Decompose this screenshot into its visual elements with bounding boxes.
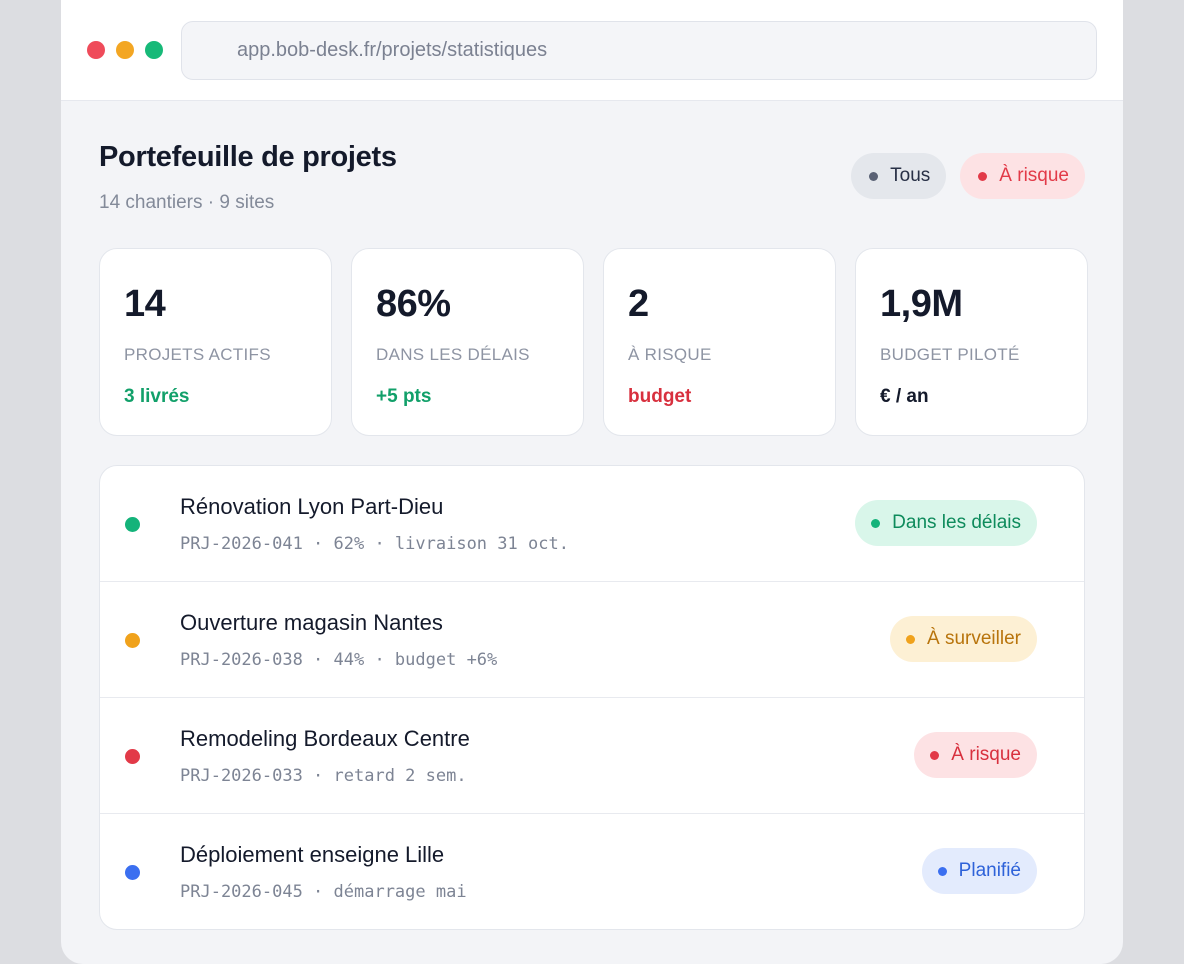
- project-name: Rénovation Lyon Part-Dieu: [180, 494, 444, 519]
- status-badge: Dans les délais: [855, 500, 1037, 546]
- project-meta: PRJ-2026-038 · 44% · budget +6%: [180, 650, 498, 670]
- filter-risk-chip[interactable]: À risque: [960, 153, 1085, 199]
- badge-dot-icon: [871, 518, 881, 528]
- kpi-value: 1,9M: [880, 283, 963, 325]
- kpi-value: 86%: [376, 283, 451, 325]
- url-text: app.bob-desk.fr/projets/statistiques: [237, 39, 548, 61]
- project-row[interactable]: Rénovation Lyon Part-Dieu PRJ-2026-041 ·…: [100, 466, 1084, 582]
- project-name: Déploiement enseigne Lille: [180, 842, 445, 867]
- filter-all-label: Tous: [890, 165, 931, 186]
- project-list: Rénovation Lyon Part-Dieu PRJ-2026-041 ·…: [99, 465, 1085, 930]
- kpi-value: 2: [628, 283, 649, 325]
- filter-all-dot-icon: [869, 171, 879, 181]
- kpi-label: PROJETS ACTIFS: [124, 345, 271, 364]
- status-dot-icon: [125, 517, 140, 532]
- status-badge: À surveiller: [890, 616, 1037, 662]
- browser-window: app.bob-desk.fr/projets/statistiques Por…: [61, 0, 1123, 964]
- close-window-button[interactable]: [87, 41, 105, 59]
- minimize-window-button[interactable]: [116, 41, 134, 59]
- project-row[interactable]: Déploiement enseigne Lille PRJ-2026-045 …: [100, 814, 1084, 929]
- kpi-label: BUDGET PILOTÉ: [880, 345, 1020, 364]
- address-bar[interactable]: app.bob-desk.fr/projets/statistiques: [181, 21, 1097, 80]
- project-meta: PRJ-2026-041 · 62% · livraison 31 oct.: [180, 534, 569, 554]
- kpi-cards: 14 PROJETS ACTIFS 3 livrés 86% DANS LES …: [99, 248, 1088, 436]
- status-dot-icon: [125, 749, 140, 764]
- status-badge-label: Dans les délais: [892, 512, 1021, 533]
- status-dot-icon: [125, 865, 140, 880]
- kpi-value: 14: [124, 283, 166, 325]
- project-name: Ouverture magasin Nantes: [180, 610, 443, 635]
- kpi-label: À RISQUE: [628, 345, 712, 364]
- project-meta: PRJ-2026-045 · démarrage mai: [180, 882, 467, 902]
- kpi-card-on-time: 86% DANS LES DÉLAIS +5 pts: [351, 248, 584, 436]
- project-row[interactable]: Ouverture magasin Nantes PRJ-2026-038 · …: [100, 582, 1084, 698]
- filter-all-chip[interactable]: Tous: [851, 153, 947, 199]
- kpi-note: 3 livrés: [124, 386, 190, 407]
- status-dot-icon: [125, 633, 140, 648]
- kpi-note: budget: [628, 386, 692, 407]
- kpi-label: DANS LES DÉLAIS: [376, 345, 530, 364]
- kpi-card-at-risk: 2 À RISQUE budget: [603, 248, 836, 436]
- status-badge-label: À risque: [951, 744, 1021, 765]
- kpi-note: € / an: [880, 386, 929, 407]
- badge-dot-icon: [937, 866, 947, 876]
- maximize-window-button[interactable]: [145, 41, 163, 59]
- badge-dot-icon: [930, 750, 940, 760]
- page-subtitle: 14 chantiers · 9 sites: [99, 192, 275, 213]
- badge-dot-icon: [906, 634, 916, 644]
- status-badge-label: À surveiller: [927, 628, 1021, 649]
- browser-toolbar: app.bob-desk.fr/projets/statistiques: [61, 0, 1123, 101]
- filter-risk-dot-icon: [978, 171, 988, 181]
- project-name: Remodeling Bordeaux Centre: [180, 726, 470, 751]
- project-row[interactable]: Remodeling Bordeaux Centre PRJ-2026-033 …: [100, 698, 1084, 814]
- status-badge-label: Planifié: [958, 860, 1021, 881]
- project-meta: PRJ-2026-033 · retard 2 sem.: [180, 766, 467, 786]
- status-badge: À risque: [914, 732, 1037, 778]
- kpi-card-budget: 1,9M BUDGET PILOTÉ € / an: [855, 248, 1088, 436]
- kpi-note: +5 pts: [376, 386, 432, 407]
- filter-chips: Tous À risque: [851, 153, 1085, 199]
- filter-risk-label: À risque: [999, 165, 1069, 186]
- kpi-card-active-projects: 14 PROJETS ACTIFS 3 livrés: [99, 248, 332, 436]
- status-badge: Planifié: [921, 848, 1037, 894]
- page-title: Portefeuille de projets: [99, 141, 397, 173]
